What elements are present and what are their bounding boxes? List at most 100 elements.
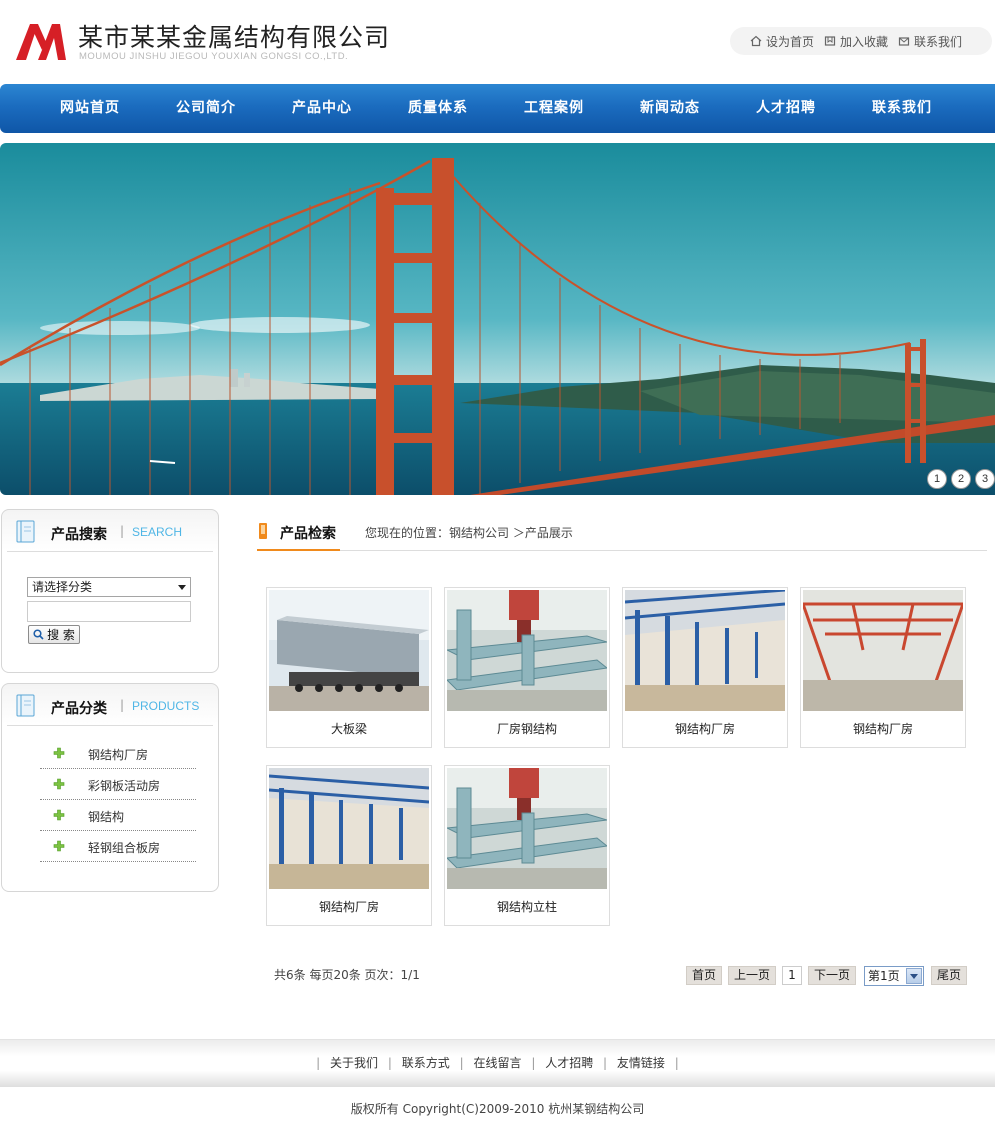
contact-us-link[interactable]: 联系我们 [898,33,962,50]
footer-link-friends[interactable]: 友情链接 [617,1056,665,1070]
bookmark-icon [824,36,836,46]
top-links: 设为首页 加入收藏 联系我们 [730,27,992,55]
footer-link-contact[interactable]: 联系方式 [402,1056,450,1070]
product-caption: 大板梁 [330,722,367,736]
main-header: 产品检索 您现在的位置：钢结构公司 ＞产品展示 [257,510,987,551]
search-icon [33,629,44,640]
keyword-input[interactable] [27,601,191,622]
add-favorite-link[interactable]: 加入收藏 [824,33,888,50]
product-card[interactable]: 钢结构厂房 [622,587,788,748]
footer-link-message[interactable]: 在线留言 [473,1056,521,1070]
breadcrumb: 您现在的位置：钢结构公司 ＞产品展示 [365,526,573,540]
category-label: 钢结构 [88,810,125,824]
main-nav: 网站首页 公司简介 产品中心 质量体系 工程案例 新闻动态 人才招聘 联系我们 [0,84,995,133]
home-icon [750,35,762,47]
product-card[interactable]: 厂房钢结构 [444,587,610,748]
last-page-button[interactable]: 尾页 [931,966,967,985]
header: 某市某某金属结构有限公司 MOUMOU JINSHU JIEGOU YOUXIA… [0,0,995,84]
panel-header: 产品分类 | PRODUCTS [7,684,213,726]
plus-icon [53,778,65,790]
product-card[interactable]: 大板梁 [266,587,432,748]
product-card[interactable]: 钢结构厂房 [266,765,432,926]
product-caption: 厂房钢结构 [496,722,557,736]
product-caption: 钢结构厂房 [318,900,379,914]
bridge-image [0,143,995,495]
first-page-button[interactable]: 首页 [686,966,722,985]
nav-home[interactable]: 网站首页 [32,84,148,133]
product-card[interactable]: 钢结构立柱 [444,765,610,926]
category-select-value: 请选择分类 [32,580,93,594]
nav-about[interactable]: 公司简介 [148,84,264,133]
company-name: 某市某某金属结构有限公司 [78,23,391,52]
product-image [447,768,607,889]
title-separator: | [120,524,125,538]
search-button[interactable]: 搜 索 [28,625,80,644]
book-icon [16,694,35,717]
nav-cases[interactable]: 工程案例 [496,84,612,133]
search-panel-title-en: SEARCH [132,525,183,539]
category-label: 彩钢板活动房 [88,779,161,793]
chevron-down-icon [178,585,186,590]
footer-link-jobs[interactable]: 人才招聘 [545,1056,593,1070]
category-item[interactable]: 钢结构厂房 [40,738,196,769]
chevron-down-icon [906,968,922,984]
footer-link-about[interactable]: 关于我们 [330,1056,378,1070]
product-caption: 钢结构立柱 [496,900,557,914]
category-label: 轻钢组合板房 [88,841,161,855]
category-list: 钢结构厂房 彩钢板活动房 钢结构 轻钢组合板房 [40,738,196,862]
product-image [625,590,785,711]
title-underline [257,549,340,551]
copyright: 版权所有 Copyright(C)2009-2010 杭州某钢结构公司 [350,1102,645,1116]
page-title: 产品检索 [280,526,336,542]
category-panel-title: 产品分类 [51,701,107,717]
company-logo [16,24,66,60]
search-panel-title: 产品搜索 [51,527,107,543]
category-panel-title-en: PRODUCTS [132,699,200,713]
slide-dot-2[interactable]: 2 [951,469,971,489]
category-label: 钢结构厂房 [88,748,149,762]
contact-icon [898,37,910,46]
nav-jobs[interactable]: 人才招聘 [728,84,844,133]
product-image [447,590,607,711]
book-icon [16,520,35,543]
panel-header: 产品搜索 | SEARCH [7,510,213,552]
plus-icon [53,809,65,821]
product-caption: 钢结构厂房 [852,722,913,736]
contact-us-label: 联系我们 [914,34,963,49]
company-name-english: MOUMOU JINSHU JIEGOU YOUXIAN GONGSI CO.,… [79,51,349,62]
footer-links: | 关于我们 | 联系方式 | 在线留言 | 人才招聘 | 友情链接 | [316,1056,679,1070]
category-item[interactable]: 轻钢组合板房 [40,831,196,862]
title-separator: | [120,698,125,712]
page-select[interactable]: 第1页 [864,966,924,986]
product-category-panel: 产品分类 | PRODUCTS 钢结构厂房 彩钢板活动房 钢结构 轻钢组合板房 [1,683,219,892]
product-search-panel: 产品搜索 | SEARCH 请选择分类 搜 索 [1,509,219,673]
product-card[interactable]: 钢结构厂房 [800,587,966,748]
add-favorite-label: 加入收藏 [840,34,889,49]
slide-dot-1[interactable]: 1 [927,469,947,489]
set-homepage-label: 设为首页 [766,34,815,49]
product-image [269,768,429,889]
nav-contact[interactable]: 联系我们 [844,84,960,133]
nav-quality[interactable]: 质量体系 [380,84,496,133]
plus-icon [53,840,65,852]
product-caption: 钢结构厂房 [674,722,735,736]
pager-info: 共6条 每页20条 页次：1/1 [274,968,420,982]
page-select-value: 第1页 [868,969,900,983]
next-page-button[interactable]: 下一页 [808,966,856,985]
set-homepage-link[interactable]: 设为首页 [750,33,814,50]
prev-page-button[interactable]: 上一页 [728,966,776,985]
current-page-number[interactable]: 1 [782,966,802,985]
search-button-label: 搜 索 [47,628,75,642]
title-marker-icon [259,523,267,539]
slide-indicators: 1 2 3 [927,469,995,489]
nav-news[interactable]: 新闻动态 [612,84,728,133]
category-select[interactable]: 请选择分类 [27,577,191,597]
category-item[interactable]: 钢结构 [40,800,196,831]
product-image [803,590,963,711]
hero-banner[interactable]: 1 2 3 [0,143,995,495]
product-image [269,590,429,711]
slide-dot-3[interactable]: 3 [975,469,995,489]
plus-icon [53,747,65,759]
category-item[interactable]: 彩钢板活动房 [40,769,196,800]
nav-products[interactable]: 产品中心 [264,84,380,133]
